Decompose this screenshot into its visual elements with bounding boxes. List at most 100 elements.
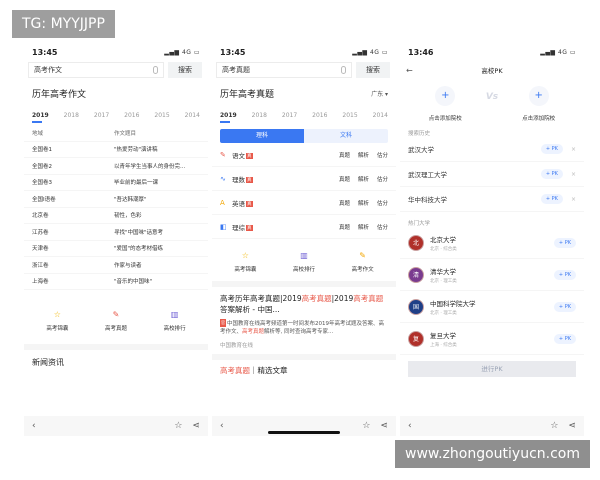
table-row[interactable]: 全国卷3 毕业前的最后一课	[24, 175, 208, 191]
start-pk-button[interactable]: 进行PK	[408, 361, 576, 377]
university-logo: 清	[408, 266, 424, 283]
tab-year-2016[interactable]: 2016	[312, 112, 327, 119]
subject-name: 语文	[232, 151, 245, 160]
tab-year-2015[interactable]: 2015	[342, 112, 357, 119]
section-title: 历年高考真题	[220, 90, 275, 100]
tab-year-2018[interactable]: 2018	[252, 112, 267, 119]
papers-link[interactable]: 真题	[339, 223, 350, 231]
close-icon[interactable]: ×	[571, 171, 576, 178]
quicklink-label: 高校排行	[163, 326, 186, 332]
row-topic: "音乐的中国味"	[114, 279, 153, 286]
tab-year-2017[interactable]: 2017	[282, 112, 297, 119]
score-estimate-link[interactable]: 估分	[377, 223, 388, 231]
status-bar: 13:45 ▂▄▆ 4G ▭	[24, 44, 208, 60]
back-arrow-icon[interactable]: ←	[406, 66, 426, 75]
search-result[interactable]: 高考历年高考真题|2019高考真题|2019高考真题答案解析 - 中国... 官…	[212, 287, 396, 349]
quicklink-label: 高校排行	[292, 267, 315, 273]
province-selector[interactable]: 广东 ▾	[371, 89, 388, 98]
wave-icon: ∿	[220, 174, 226, 183]
university-logo: 复	[408, 330, 424, 347]
score-estimate-link[interactable]: 估分	[377, 151, 388, 159]
back-icon[interactable]: ‹	[408, 421, 412, 431]
quicklink-essays[interactable]: ✎ 高考作文	[337, 251, 389, 273]
tab-year-2019[interactable]: 2019	[32, 112, 49, 119]
pk-button[interactable]: + PK	[540, 194, 563, 204]
papers-link[interactable]: 真题	[339, 175, 350, 183]
add-university-slot-2[interactable]: + 点击添加院校	[509, 86, 569, 122]
table-row[interactable]: 上海卷 "音乐的中国味"	[24, 274, 208, 290]
analysis-link[interactable]: 解析	[358, 151, 369, 159]
star-icon[interactable]: ☆	[362, 421, 370, 431]
quicklink-label: 高考作文	[351, 267, 374, 273]
close-icon[interactable]: ×	[571, 146, 576, 153]
back-icon[interactable]: ‹	[220, 421, 224, 431]
row-topic: 毕业前的最后一课	[114, 180, 159, 187]
pk-button[interactable]: + PK	[553, 301, 576, 312]
back-icon[interactable]: ‹	[32, 421, 36, 431]
table-row[interactable]: 全国卷2 以青年学生当事人的身份完...	[24, 158, 208, 175]
pk-button[interactable]: + PK	[540, 169, 563, 179]
phone-screen-exam-papers: 13:45 ▂▄▆ 4G ▭ 高考真题 搜索 历年高考真题 广东 ▾ 2019 …	[212, 44, 396, 436]
hot-university-item: 北 北京大学 北京 · 综合类 + PK	[400, 227, 584, 259]
tab-year-2015[interactable]: 2015	[154, 112, 169, 119]
column-header-topic: 作文题目	[114, 130, 137, 137]
university-name: 华中科技大学	[408, 196, 447, 204]
papers-link[interactable]: 真题	[339, 199, 350, 207]
table-row[interactable]: 浙江卷 作家与读者	[24, 257, 208, 274]
share-icon[interactable]: ⋖	[192, 421, 200, 431]
tab-year-2016[interactable]: 2016	[124, 112, 139, 119]
tab-year-2014[interactable]: 2014	[373, 112, 388, 119]
vs-label: Vs	[485, 92, 499, 102]
add-university-slot-1[interactable]: + 点击添加院校	[415, 86, 475, 122]
tab-year-2019[interactable]: 2019	[220, 112, 237, 119]
papers-link[interactable]: 真题	[339, 151, 350, 159]
browser-bottom-bar: ‹ ☆ ⋖	[400, 416, 584, 436]
tab-humanities[interactable]: 文科	[304, 129, 388, 143]
quicklink-exam-papers[interactable]: ✎ 高考真题	[90, 310, 142, 332]
active-tab-indicator	[32, 121, 42, 123]
history-item: 武汉理工大学 + PK ×	[400, 162, 584, 187]
share-icon[interactable]: ⋖	[568, 421, 576, 431]
table-row[interactable]: 天津卷 "爱国"的态考材借练	[24, 241, 208, 257]
quicklink-gaokao-tips[interactable]: ☆ 高考锦囊	[31, 310, 83, 332]
mic-icon[interactable]	[341, 66, 346, 74]
row-region: 北京卷	[32, 213, 49, 220]
quicklink-university-ranking[interactable]: ▥ 高校排行	[278, 251, 330, 273]
score-estimate-link[interactable]: 估分	[377, 199, 388, 207]
search-result-2[interactable]: 高考真题｜精选文章	[212, 360, 396, 376]
analysis-link[interactable]: 解析	[358, 223, 369, 231]
row-region: 上海卷	[32, 279, 49, 286]
score-estimate-link[interactable]: 估分	[377, 175, 388, 183]
tab-year-2014[interactable]: 2014	[185, 112, 200, 119]
tab-year-2017[interactable]: 2017	[94, 112, 109, 119]
close-icon[interactable]: ×	[571, 196, 576, 203]
search-button[interactable]: 搜索	[168, 62, 202, 78]
quicklink-university-ranking[interactable]: ▥ 高校排行	[149, 310, 201, 332]
table-row[interactable]: 江苏卷 寻找"中国味"话意考	[24, 224, 208, 241]
result-title[interactable]: 高考历年高考真题|2019高考真题|2019高考真题答案解析 - 中国...	[220, 293, 388, 315]
quicklink-gaokao-tips[interactable]: ☆ 高考锦囊	[219, 251, 271, 273]
subject-name: 理数	[232, 175, 245, 184]
star-icon[interactable]: ☆	[174, 421, 182, 431]
search-bar: 高考作文 搜索	[28, 62, 202, 78]
tab-science[interactable]: 理科	[220, 129, 304, 143]
pk-button[interactable]: + PK	[540, 144, 563, 154]
search-input[interactable]: 高考真题	[216, 62, 352, 78]
university-meta: 北京 · 理工类	[430, 278, 457, 284]
share-icon[interactable]: ⋖	[380, 421, 388, 431]
year-tabs: 2019 2018 2017 2016 2015 2014	[24, 109, 208, 121]
university-name: 武汉大学	[408, 146, 434, 154]
analysis-link[interactable]: 解析	[358, 175, 369, 183]
search-input[interactable]: 高考作文	[28, 62, 164, 78]
analysis-link[interactable]: 解析	[358, 199, 369, 207]
pk-button[interactable]: + PK	[553, 237, 576, 248]
pk-button[interactable]: + PK	[553, 269, 576, 280]
pk-button[interactable]: + PK	[553, 333, 576, 344]
search-button[interactable]: 搜索	[356, 62, 390, 78]
table-row[interactable]: 全国I语卷 "吾达韩潮厚"	[24, 191, 208, 208]
table-row[interactable]: 北京卷 韧性，色彩	[24, 208, 208, 224]
mic-icon[interactable]	[153, 66, 158, 74]
tab-year-2018[interactable]: 2018	[64, 112, 79, 119]
star-icon[interactable]: ☆	[550, 421, 558, 431]
table-row[interactable]: 全国卷1 "热爱劳动"演讲稿	[24, 142, 208, 158]
